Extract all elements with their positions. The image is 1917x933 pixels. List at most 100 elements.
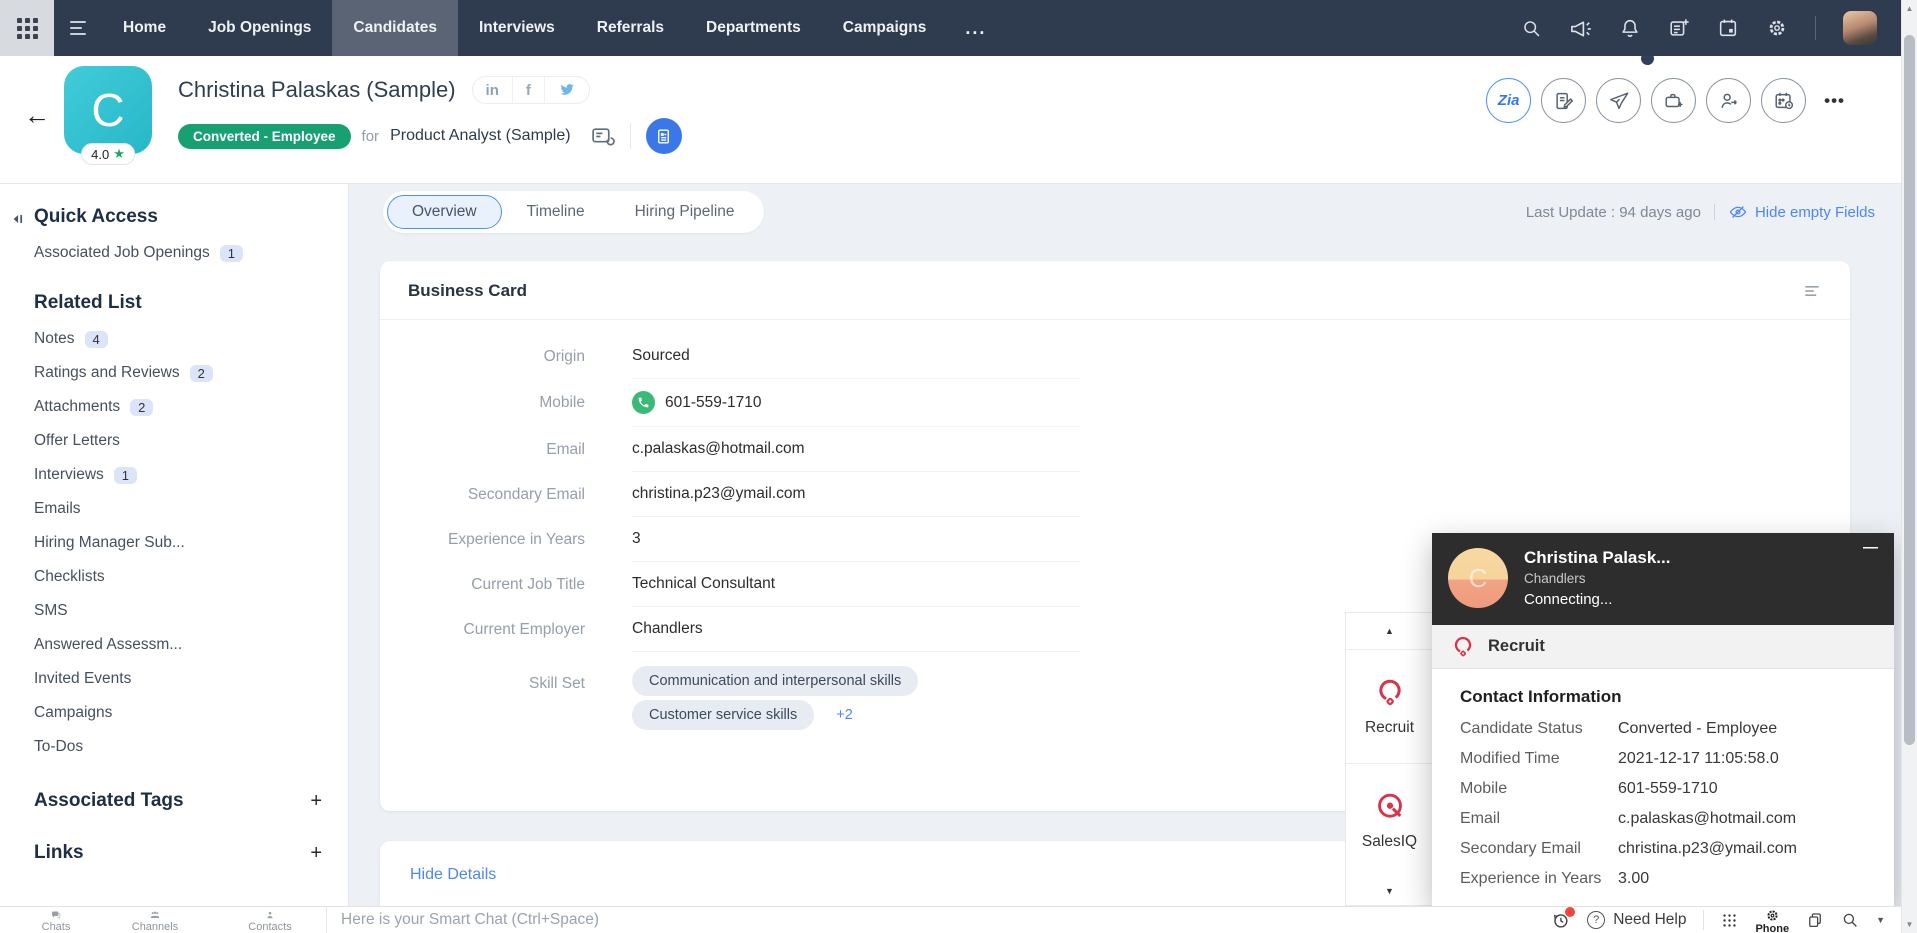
- field-value[interactable]: 3: [632, 517, 1080, 562]
- sidebar-item[interactable]: Answered Assessm...: [34, 636, 322, 654]
- bottom-caret-down-icon[interactable]: ▼: [1876, 915, 1885, 925]
- contact-info-value: 601-559-1710: [1618, 780, 1718, 797]
- nav-item[interactable]: Departments: [685, 0, 822, 56]
- sidebar-item[interactable]: Campaigns: [34, 704, 322, 722]
- field-label: Skill Set: [529, 675, 585, 692]
- nav-more-icon[interactable]: ...: [947, 0, 1004, 56]
- recent-activity-icon[interactable]: [1551, 907, 1576, 930]
- field-label: Origin: [543, 347, 585, 365]
- scrollbar-down-icon[interactable]: ▼: [1902, 920, 1917, 929]
- notifications-icon[interactable]: [1619, 17, 1641, 39]
- sidebar-item[interactable]: Ratings and Reviews 2: [34, 364, 322, 382]
- linkedin-icon[interactable]: in: [473, 77, 512, 103]
- hide-details-link[interactable]: Hide Details: [410, 866, 496, 883]
- links-section: Links +: [34, 842, 322, 864]
- scrollbar-thumb[interactable]: [1904, 35, 1915, 745]
- more-actions-icon[interactable]: •••: [1824, 91, 1845, 111]
- send-mail-icon[interactable]: [1596, 78, 1642, 123]
- contact-information-rows: Candidate Status Converted - Employee Mo…: [1460, 720, 1866, 888]
- create-note-icon[interactable]: [1668, 17, 1690, 39]
- apps-scroll-down-icon[interactable]: ▼: [1346, 877, 1433, 905]
- phone-call-icon[interactable]: [632, 391, 655, 414]
- sidebar-item[interactable]: Hiring Manager Sub...: [34, 534, 322, 552]
- nav-item[interactable]: Referrals: [576, 0, 685, 56]
- page-scrollbar[interactable]: ▲ ▼: [1901, 0, 1917, 933]
- caller-avatar: C: [1448, 548, 1508, 608]
- call-widget-header: C Christina Palask... Chandlers Connecti…: [1432, 533, 1894, 625]
- edit-note-icon[interactable]: [1541, 78, 1587, 123]
- resume-icon[interactable]: [645, 118, 682, 154]
- add-tag-button[interactable]: +: [310, 791, 322, 811]
- twitter-icon[interactable]: [543, 77, 589, 103]
- bottom-search-icon[interactable]: [1841, 911, 1859, 929]
- sidebar-item[interactable]: Invited Events: [34, 670, 322, 688]
- calendar-icon[interactable]: [1717, 17, 1739, 39]
- need-help-button[interactable]: ? Need Help: [1587, 911, 1686, 929]
- add-to-job-icon[interactable]: [1651, 78, 1697, 123]
- collapse-sidebar-icon[interactable]: [12, 212, 26, 226]
- add-link-button[interactable]: +: [310, 843, 322, 863]
- chats-button[interactable]: Chats: [16, 907, 96, 933]
- sidebar-item[interactable]: Interviews 1: [34, 466, 322, 484]
- apps-grid-icon[interactable]: [1721, 912, 1738, 929]
- field-label: Email: [546, 440, 585, 458]
- contact-info-row: Email c.palaskas@hotmail.com: [1460, 810, 1866, 828]
- phone-settings-button[interactable]: Phone: [1755, 907, 1789, 933]
- more-skills-link[interactable]: +2: [836, 707, 853, 723]
- search-icon[interactable]: [1521, 18, 1542, 39]
- sidebar-item[interactable]: Checklists: [34, 568, 322, 586]
- nav-item[interactable]: Candidates: [332, 0, 458, 56]
- schedule-interview-icon[interactable]: [1761, 78, 1807, 123]
- sidebar-item[interactable]: Associated Job Openings 1: [34, 244, 322, 262]
- scrollbar-up-icon[interactable]: ▲: [1902, 4, 1917, 13]
- field-value[interactable]: christina.p23@ymail.com: [632, 472, 1080, 517]
- card-sync-icon[interactable]: [590, 124, 615, 149]
- copy-icon[interactable]: [1806, 911, 1824, 929]
- nav-item[interactable]: Interviews: [458, 0, 576, 56]
- channels-button[interactable]: Channels: [96, 907, 214, 933]
- contact-info-value: Converted - Employee: [1618, 720, 1778, 737]
- menu-toggle-icon[interactable]: [70, 21, 86, 35]
- field-value[interactable]: c.palaskas@hotmail.com: [632, 427, 1080, 472]
- record-tab[interactable]: Overview: [387, 195, 502, 229]
- field-value[interactable]: 601-559-1710: [632, 379, 1080, 427]
- hide-empty-fields-toggle[interactable]: Hide empty Fields: [1728, 202, 1875, 222]
- recruit-icon: [1378, 679, 1401, 706]
- recruit-app-button[interactable]: Recruit: [1346, 649, 1433, 763]
- sidebar-item[interactable]: Attachments 2: [34, 398, 322, 416]
- facebook-icon[interactable]: f: [511, 77, 544, 103]
- record-tab[interactable]: Hiring Pipeline: [610, 195, 760, 229]
- sidebar-item[interactable]: SMS: [34, 602, 322, 620]
- sidebar-item[interactable]: Offer Letters: [34, 432, 322, 450]
- smart-chat-input[interactable]: [341, 911, 1542, 929]
- back-button[interactable]: ←: [24, 102, 50, 128]
- nav-menu: Home Job Openings Candidates Interviews …: [102, 0, 947, 56]
- app-grid-icon[interactable]: [0, 0, 54, 56]
- nav-item[interactable]: Job Openings: [187, 0, 332, 56]
- apps-scroll-up-icon[interactable]: ▲: [1346, 613, 1433, 649]
- minimize-call-widget-icon[interactable]: —: [1863, 539, 1878, 556]
- nav-item[interactable]: Campaigns: [822, 0, 948, 56]
- contacts-button[interactable]: Contacts: [214, 907, 326, 933]
- sidebar-item[interactable]: Emails: [34, 500, 322, 518]
- job-opening-link[interactable]: Product Analyst (Sample): [390, 127, 571, 145]
- contact-info-row: Experience in Years 3.00: [1460, 870, 1866, 888]
- announcement-icon[interactable]: [1569, 17, 1592, 40]
- section-options-icon[interactable]: [1802, 281, 1822, 301]
- sidebar-item[interactable]: To-Dos: [34, 738, 322, 756]
- smart-chat-bar[interactable]: [326, 907, 1542, 933]
- sidebar-item[interactable]: Notes 4: [34, 330, 322, 348]
- call-widget-app-row[interactable]: Recruit: [1432, 625, 1894, 669]
- zia-button[interactable]: Zia: [1486, 78, 1532, 123]
- field-value[interactable]: Chandlers: [632, 607, 1080, 652]
- settings-icon[interactable]: [1766, 17, 1788, 39]
- contact-info-value: 3.00: [1618, 870, 1650, 887]
- record-tab[interactable]: Timeline: [502, 195, 610, 229]
- field-value[interactable]: Sourced: [632, 334, 1080, 379]
- submit-candidate-icon[interactable]: [1706, 78, 1752, 123]
- field-value[interactable]: Technical Consultant: [632, 562, 1080, 607]
- user-avatar[interactable]: [1843, 11, 1877, 45]
- salesiq-app-button[interactable]: SalesIQ: [1346, 762, 1433, 877]
- nav-item[interactable]: Home: [102, 0, 187, 56]
- field-row: Mobile 601-559-1710: [380, 379, 1850, 427]
